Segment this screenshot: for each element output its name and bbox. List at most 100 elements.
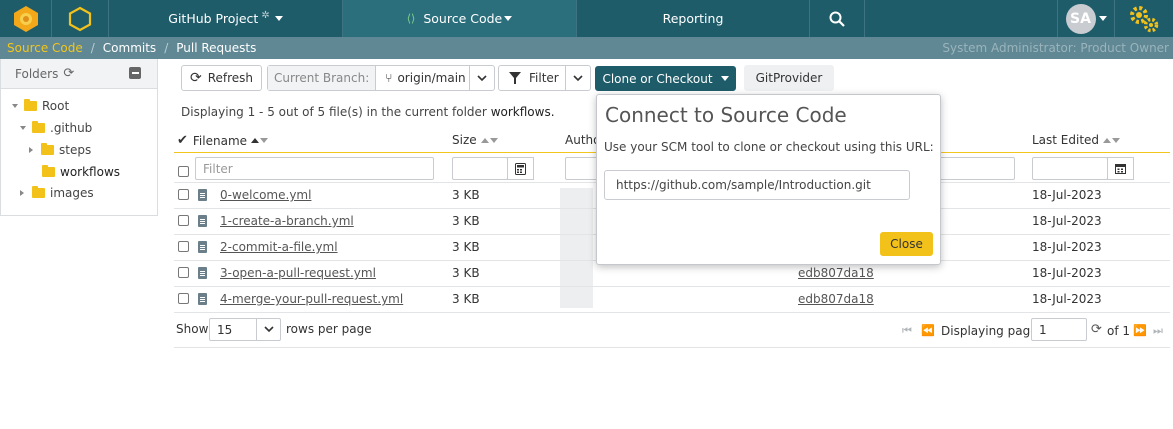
- last-edited-date: 18-Jul-2023: [1032, 214, 1102, 228]
- page-size-select[interactable]: 15: [209, 318, 281, 341]
- administration-gears-icon[interactable]: [1115, 0, 1173, 37]
- commit-link[interactable]: edb807da18: [798, 292, 874, 306]
- file-icon: [198, 267, 207, 279]
- tree-item-github[interactable]: .github: [20, 121, 92, 135]
- user-menu[interactable]: SA: [1057, 0, 1115, 37]
- file-icon: [198, 215, 207, 227]
- project-selector[interactable]: GitHub Project ✲: [109, 0, 343, 37]
- file-icon: [198, 241, 207, 253]
- clone-or-checkout-button[interactable]: Clone or Checkout: [595, 66, 736, 91]
- file-size: 3 KB: [452, 214, 480, 228]
- close-button[interactable]: Close: [880, 232, 933, 256]
- refresh-icon[interactable]: ⟳: [63, 66, 74, 81]
- select-all-checkbox[interactable]: [178, 166, 189, 177]
- chevron-down-icon: [720, 76, 729, 81]
- tree-label: .github: [50, 121, 93, 135]
- git-provider-label: GitProvider: [755, 71, 823, 85]
- sort-icon: [251, 138, 269, 143]
- file-name-link[interactable]: 4-merge-your-pull-request.yml: [220, 292, 403, 306]
- chevron-down-icon: [274, 16, 283, 21]
- expand-arrow-icon: [12, 104, 18, 108]
- last-edited-date: 18-Jul-2023: [1032, 188, 1102, 202]
- git-provider-button[interactable]: GitProvider: [744, 65, 834, 91]
- filter-icon: [509, 72, 521, 84]
- refresh-icon[interactable]: ⟳: [1091, 322, 1102, 337]
- page-size-value: 15: [217, 322, 233, 337]
- row-checkbox[interactable]: [178, 293, 189, 304]
- rows-per-page-label: rows per page: [286, 322, 372, 336]
- file-icon: [198, 293, 207, 305]
- popup-instructions: Use your SCM tool to clone or checkout u…: [604, 140, 934, 154]
- tree-label: Root: [42, 99, 70, 113]
- breadcrumb-commits[interactable]: Commits: [103, 41, 156, 55]
- row-checkbox[interactable]: [178, 241, 189, 252]
- header-last-edited-label: Last Edited: [1032, 133, 1100, 147]
- refresh-label: Refresh: [207, 71, 254, 85]
- chevron-down-icon: [469, 66, 494, 90]
- expand-arrow-icon: [20, 190, 24, 196]
- clone-url-field[interactable]: https://github.com/sample/Introduction.g…: [604, 170, 910, 200]
- header-filename-label: Filename: [192, 133, 248, 148]
- size-filter-input[interactable]: [452, 157, 508, 180]
- collapse-panel-icon[interactable]: [129, 67, 141, 79]
- tree-item-images[interactable]: images: [20, 186, 94, 200]
- tree-label: workflows: [60, 165, 121, 179]
- filter-label: Filter: [529, 71, 559, 85]
- branch-icon: ⑂: [385, 71, 393, 85]
- last-page-icon[interactable]: ⏭: [1153, 324, 1163, 338]
- popup-title: Connect to Source Code: [605, 103, 847, 127]
- header-last-edited[interactable]: Last Edited: [1032, 133, 1121, 147]
- source-code-label: Source Code: [423, 11, 503, 26]
- row-checkbox[interactable]: [178, 189, 189, 200]
- branch-label: Current Branch:: [268, 66, 377, 90]
- header-filename[interactable]: ✔ Filename: [177, 133, 269, 148]
- page-number-input[interactable]: 1: [1031, 318, 1087, 341]
- breadcrumb-pull-requests[interactable]: Pull Requests: [176, 41, 256, 55]
- tree-item-workflows[interactable]: workflows: [42, 165, 120, 179]
- chevron-down-icon: [256, 319, 280, 340]
- filename-filter-input[interactable]: Filter: [195, 157, 434, 180]
- tree-item-steps[interactable]: steps: [29, 143, 91, 157]
- calendar-icon[interactable]: [1107, 157, 1134, 180]
- user-role: System Administrator: Product Owner: [942, 41, 1169, 55]
- file-name-link[interactable]: 3-open-a-pull-request.yml: [220, 266, 376, 280]
- row-checkbox[interactable]: [178, 267, 189, 278]
- source-code-menu[interactable]: ⟨⟩ Source Code: [343, 0, 577, 37]
- author-filter-input[interactable]: [565, 157, 600, 180]
- reporting-menu[interactable]: Reporting: [577, 0, 810, 37]
- commit-filter-input[interactable]: [935, 157, 1015, 180]
- folder-icon: [32, 186, 45, 198]
- last-edited-date: 18-Jul-2023: [1032, 292, 1102, 306]
- date-filter-input[interactable]: [1032, 157, 1108, 180]
- first-page-icon[interactable]: ⏮: [902, 324, 912, 338]
- tree-item-root[interactable]: Root: [12, 99, 69, 113]
- sort-icon: [480, 137, 499, 143]
- folder-info: Displaying 1 - 5 out of 5 file(s) in the…: [181, 105, 555, 119]
- tree-label: steps: [59, 143, 92, 157]
- branch-value: origin/main: [397, 71, 466, 85]
- app-logo-icon[interactable]: [0, 0, 52, 37]
- next-page-icon[interactable]: ⏩: [1133, 324, 1147, 337]
- search-button[interactable]: [810, 0, 865, 37]
- filter-button[interactable]: Filter: [498, 65, 591, 91]
- file-size: 3 KB: [452, 292, 480, 306]
- chevron-down-icon: [565, 66, 590, 90]
- header-size[interactable]: Size: [452, 133, 499, 147]
- file-name-link[interactable]: 1-create-a-branch.yml: [220, 214, 354, 228]
- branch-selector[interactable]: Current Branch: ⑂ origin/main: [267, 65, 495, 91]
- workspace-hexagon-icon[interactable]: [52, 0, 109, 37]
- row-checkbox[interactable]: [178, 215, 189, 226]
- breadcrumb: Source Code / Commits / Pull Requests Sy…: [0, 37, 1173, 59]
- chevron-down-icon: [504, 16, 513, 21]
- file-name-link[interactable]: 2-commit-a-file.yml: [220, 240, 338, 254]
- calculator-icon[interactable]: [507, 157, 534, 180]
- folders-title: Folders: [15, 66, 59, 81]
- select-all-check-icon[interactable]: ✔: [177, 133, 188, 148]
- folder-icon: [24, 99, 37, 111]
- refresh-button[interactable]: ⟳ Refresh: [181, 65, 262, 91]
- file-name-link[interactable]: 0-welcome.yml: [220, 188, 311, 202]
- previous-page-icon[interactable]: ⏪: [921, 324, 935, 337]
- settings-gear-icon: ✲: [261, 10, 270, 21]
- commit-link[interactable]: edb807da18: [798, 266, 874, 280]
- breadcrumb-source-code[interactable]: Source Code: [0, 41, 83, 55]
